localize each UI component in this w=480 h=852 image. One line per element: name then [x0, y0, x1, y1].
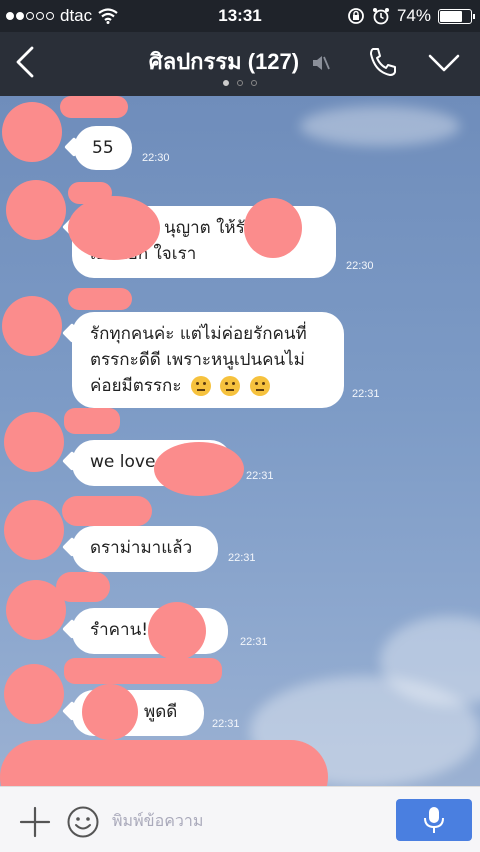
message-time: 22:31: [228, 552, 256, 564]
message-time: 22:30: [346, 260, 374, 272]
background-cloud: [300, 106, 460, 146]
message-line: ตรรกะดีดี เพราะหนูเปนคนไม่: [90, 350, 305, 370]
redaction-blob: [244, 198, 302, 258]
sender-avatar[interactable]: [6, 180, 66, 240]
message-bubble[interactable]: ดราม่ามาแล้ว: [72, 526, 218, 572]
message-text: ค่อยมีตรรกะ: [90, 376, 182, 396]
sender-avatar[interactable]: [2, 102, 62, 162]
status-right: 74%: [347, 6, 475, 26]
alarm-icon: [372, 8, 389, 25]
message-line: ค่อยมีตรรกะ: [90, 373, 326, 399]
message-time: 22:30: [142, 152, 170, 164]
message-text: ดราม่ามาแล้ว: [90, 538, 193, 558]
chat-title-text: ศิลปกรรม (127): [148, 49, 300, 74]
sender-avatar[interactable]: [4, 412, 64, 472]
redaction-blob: [154, 442, 244, 496]
thinking-face-icon: [249, 376, 270, 396]
page-indicator: [0, 80, 480, 86]
sender-avatar[interactable]: [4, 664, 64, 724]
message-input[interactable]: [112, 803, 382, 837]
emoji-smiley-icon[interactable]: [66, 805, 100, 839]
redaction-blob: [148, 602, 206, 660]
message-time: 22:31: [240, 636, 268, 648]
message-time: 22:31: [246, 470, 274, 482]
message-text: รำคาน!: [90, 620, 149, 640]
message-composer: [0, 786, 480, 852]
chat-title[interactable]: ศิลปกรรม (127): [0, 44, 480, 79]
sender-name: [62, 496, 152, 526]
voice-message-button[interactable]: [396, 799, 472, 841]
message-text: นุญาต ให้รัก: [164, 218, 256, 238]
rotation-lock-icon: [348, 8, 364, 24]
message-bubble[interactable]: รักทุกคนค่ะ แต่ไม่ค่อยรักคนที่ ตรรกะดีดี…: [72, 312, 344, 408]
sender-name: [64, 408, 120, 434]
message-time: 22:31: [212, 718, 240, 730]
phone-icon[interactable]: [366, 44, 400, 80]
battery-level: [440, 10, 463, 22]
battery-percent: 74%: [396, 6, 431, 25]
message-text: พูดดี: [144, 702, 178, 722]
sender-name: [64, 658, 222, 684]
sender-name: [60, 96, 128, 118]
thinking-face-icon: [190, 376, 211, 396]
redaction-blob: [68, 196, 160, 260]
status-bar: dtac 13:31 74%: [0, 0, 480, 32]
message-text: 55: [92, 138, 114, 158]
battery-icon: [438, 8, 475, 24]
mute-icon: [313, 56, 331, 71]
sender-avatar[interactable]: [2, 296, 62, 356]
microphone-icon: [424, 807, 444, 833]
sender-name: [68, 288, 132, 310]
chevron-down-icon[interactable]: [426, 48, 462, 78]
message-time: 22:31: [352, 388, 380, 400]
chat-header: ศิลปกรรม (127): [0, 32, 480, 96]
redaction-blob: [0, 740, 328, 786]
page-dot: [251, 80, 257, 86]
sender-avatar[interactable]: [4, 500, 64, 560]
message-text: we love: [90, 452, 156, 472]
sender-name: [56, 572, 110, 602]
plus-icon[interactable]: [18, 805, 52, 839]
thinking-face-icon: [220, 376, 241, 396]
page-dot: [237, 80, 243, 86]
message-line: รักทุกคนค่ะ แต่ไม่ค่อยรักคนที่: [90, 324, 307, 344]
page-dot: [223, 80, 229, 86]
message-bubble[interactable]: 55: [74, 126, 132, 170]
chat-area[interactable]: 55 22:30 นุญาต ให้รักต่ เอียนอก ใจเรา 22…: [0, 96, 480, 786]
redaction-blob: [82, 684, 138, 740]
